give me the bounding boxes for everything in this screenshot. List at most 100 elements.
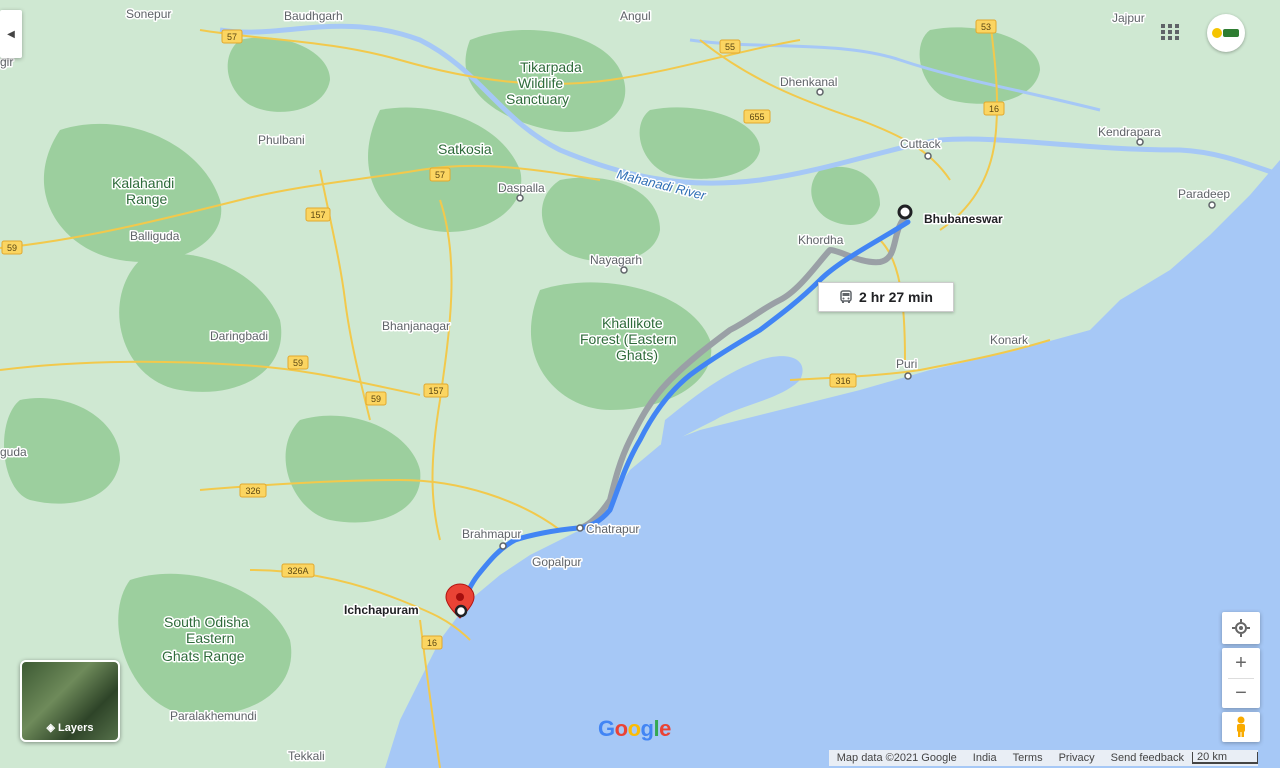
logo-letter-6: e xyxy=(659,716,671,741)
label-jajpur: Jajpur xyxy=(1112,11,1145,25)
label-brahmapur: Brahmapur xyxy=(462,527,521,541)
label-south-odisha-3: Ghats Range xyxy=(162,648,245,664)
label-paradeep: Paradeep xyxy=(1178,187,1230,201)
label-chatrapur: Chatrapur xyxy=(586,522,639,536)
label-puri: Puri xyxy=(896,357,917,371)
label-phulbani: Phulbani xyxy=(258,133,305,147)
svg-text:57: 57 xyxy=(227,32,237,42)
svg-text:16: 16 xyxy=(989,104,999,114)
send-feedback-link[interactable]: Send feedback xyxy=(1103,752,1192,764)
svg-text:157: 157 xyxy=(428,386,443,396)
zoom-in-button[interactable]: + xyxy=(1222,649,1260,678)
logo-letter-3: o xyxy=(627,716,641,741)
layers-button[interactable]: ◈ Layers xyxy=(20,660,120,742)
label-angul: Angul xyxy=(620,9,651,23)
shield-nh57-a: 57 xyxy=(221,29,243,44)
svg-text:53: 53 xyxy=(981,22,991,32)
account-avatar[interactable] xyxy=(1207,14,1245,52)
label-dhenkanal: Dhenkanal xyxy=(780,75,837,89)
google-logo: Google xyxy=(598,716,671,742)
zoom-out-button[interactable]: − xyxy=(1222,679,1260,708)
svg-text:16: 16 xyxy=(427,638,437,648)
shield-nh55: 55 xyxy=(719,39,741,54)
shield-nh157-b: 157 xyxy=(423,383,449,398)
label-ichchapuram: Ichchapuram xyxy=(344,603,419,617)
shield-nh57-b: 57 xyxy=(429,167,451,182)
svg-text:326A: 326A xyxy=(287,566,308,576)
svg-text:59: 59 xyxy=(293,358,303,368)
logo-letter-1: G xyxy=(598,716,615,741)
label-tekkali: Tekkali xyxy=(288,749,325,763)
route-duration-label[interactable]: 2 hr 27 min xyxy=(818,282,954,312)
label-kendrapara: Kendrapara xyxy=(1098,125,1161,139)
map-footer: Map data ©2021 Google India Terms Privac… xyxy=(828,750,1258,766)
logo-letter-4: g xyxy=(640,716,654,741)
logo-letter-2: o xyxy=(614,716,628,741)
label-cuttack: Cuttack xyxy=(900,137,942,151)
origin-marker[interactable] xyxy=(897,204,913,220)
label-guda-edge: guda xyxy=(0,445,27,459)
label-tikarpada-1: Tikarpada xyxy=(520,59,582,75)
shield-nh59-c: 59 xyxy=(365,391,387,406)
location-target-icon xyxy=(1232,619,1250,637)
label-gopalpur: Gopalpur xyxy=(532,555,581,569)
shield-nh655: 655 xyxy=(743,109,771,124)
map-canvas[interactable]: Sonepur Baudhgarh Angul Dhenkanal Jajpur… xyxy=(0,0,1280,768)
privacy-link[interactable]: Privacy xyxy=(1051,752,1103,764)
label-khordha: Khordha xyxy=(798,233,844,247)
zoom-control: + − xyxy=(1222,648,1260,708)
label-baudhgarh: Baudhgarh xyxy=(284,9,343,23)
shield-nh53: 53 xyxy=(975,19,997,34)
label-khallikote-2: Forest (Eastern xyxy=(580,331,676,347)
pegman-icon xyxy=(1237,716,1245,737)
label-nayagarh: Nayagarh xyxy=(590,253,642,267)
svg-text:59: 59 xyxy=(7,243,17,253)
svg-text:655: 655 xyxy=(749,112,764,122)
svg-text:157: 157 xyxy=(310,210,325,220)
label-bhubaneswar: Bhubaneswar xyxy=(924,212,1003,226)
duration-text: 2 hr 27 min xyxy=(859,289,933,305)
chevron-left-icon: ◀ xyxy=(7,28,15,40)
shield-nh59-b: 59 xyxy=(287,355,309,370)
scale-bar[interactable]: 20 km xyxy=(1192,752,1258,764)
label-khallikote-3: Ghats) xyxy=(616,347,658,363)
svg-text:57: 57 xyxy=(435,170,445,180)
apps-grid-icon[interactable] xyxy=(1160,23,1180,41)
street-view-pegman-button[interactable] xyxy=(1222,712,1260,742)
shield-nh59-a: 59 xyxy=(1,240,23,255)
label-satkosia: Satkosia xyxy=(438,141,492,157)
my-location-button[interactable] xyxy=(1222,612,1260,644)
shield-nh326a: 326A xyxy=(281,563,315,578)
label-south-odisha-2: Eastern xyxy=(186,630,234,646)
label-sonepur: Sonepur xyxy=(126,7,171,21)
label-konark: Konark xyxy=(990,333,1029,347)
label-paralakhemundi: Paralakhemundi xyxy=(170,709,257,723)
label-bhanjanagar: Bhanjanagar xyxy=(382,319,450,333)
label-tikarpada-2: Wildlife xyxy=(518,75,563,91)
label-kalahandi-2: Range xyxy=(126,191,167,207)
brand-logo-icon xyxy=(1212,28,1239,38)
shield-nh316: 316 xyxy=(829,373,857,388)
shield-nh16-north: 16 xyxy=(983,101,1005,116)
bus-icon xyxy=(840,290,852,303)
shield-nh157-a: 157 xyxy=(305,207,331,222)
country-link[interactable]: India xyxy=(965,752,1005,764)
layers-label: ◈ Layers xyxy=(46,722,94,734)
terms-link[interactable]: Terms xyxy=(1005,752,1051,764)
label-kalahandi-1: Kalahandi xyxy=(112,175,174,191)
label-tikarpada-3: Sanctuary xyxy=(506,91,569,107)
svg-text:326: 326 xyxy=(245,486,260,496)
label-south-odisha-1: South Odisha xyxy=(164,614,249,630)
map-data-attribution: Map data ©2021 Google xyxy=(836,752,957,764)
label-daringbadi: Daringbadi xyxy=(210,329,268,343)
label-khallikote-1: Khallikote xyxy=(602,315,663,331)
label-daspalla: Daspalla xyxy=(498,181,545,195)
svg-text:316: 316 xyxy=(835,376,850,386)
svg-text:59: 59 xyxy=(371,394,381,404)
label-balliguda: Balliguda xyxy=(130,229,180,243)
shield-nh16-south: 16 xyxy=(421,635,443,650)
collapse-panel-button[interactable]: ◀ xyxy=(0,10,22,58)
layers-icon: ◈ xyxy=(46,722,59,734)
svg-text:55: 55 xyxy=(725,42,735,52)
shield-nh326: 326 xyxy=(239,483,267,498)
